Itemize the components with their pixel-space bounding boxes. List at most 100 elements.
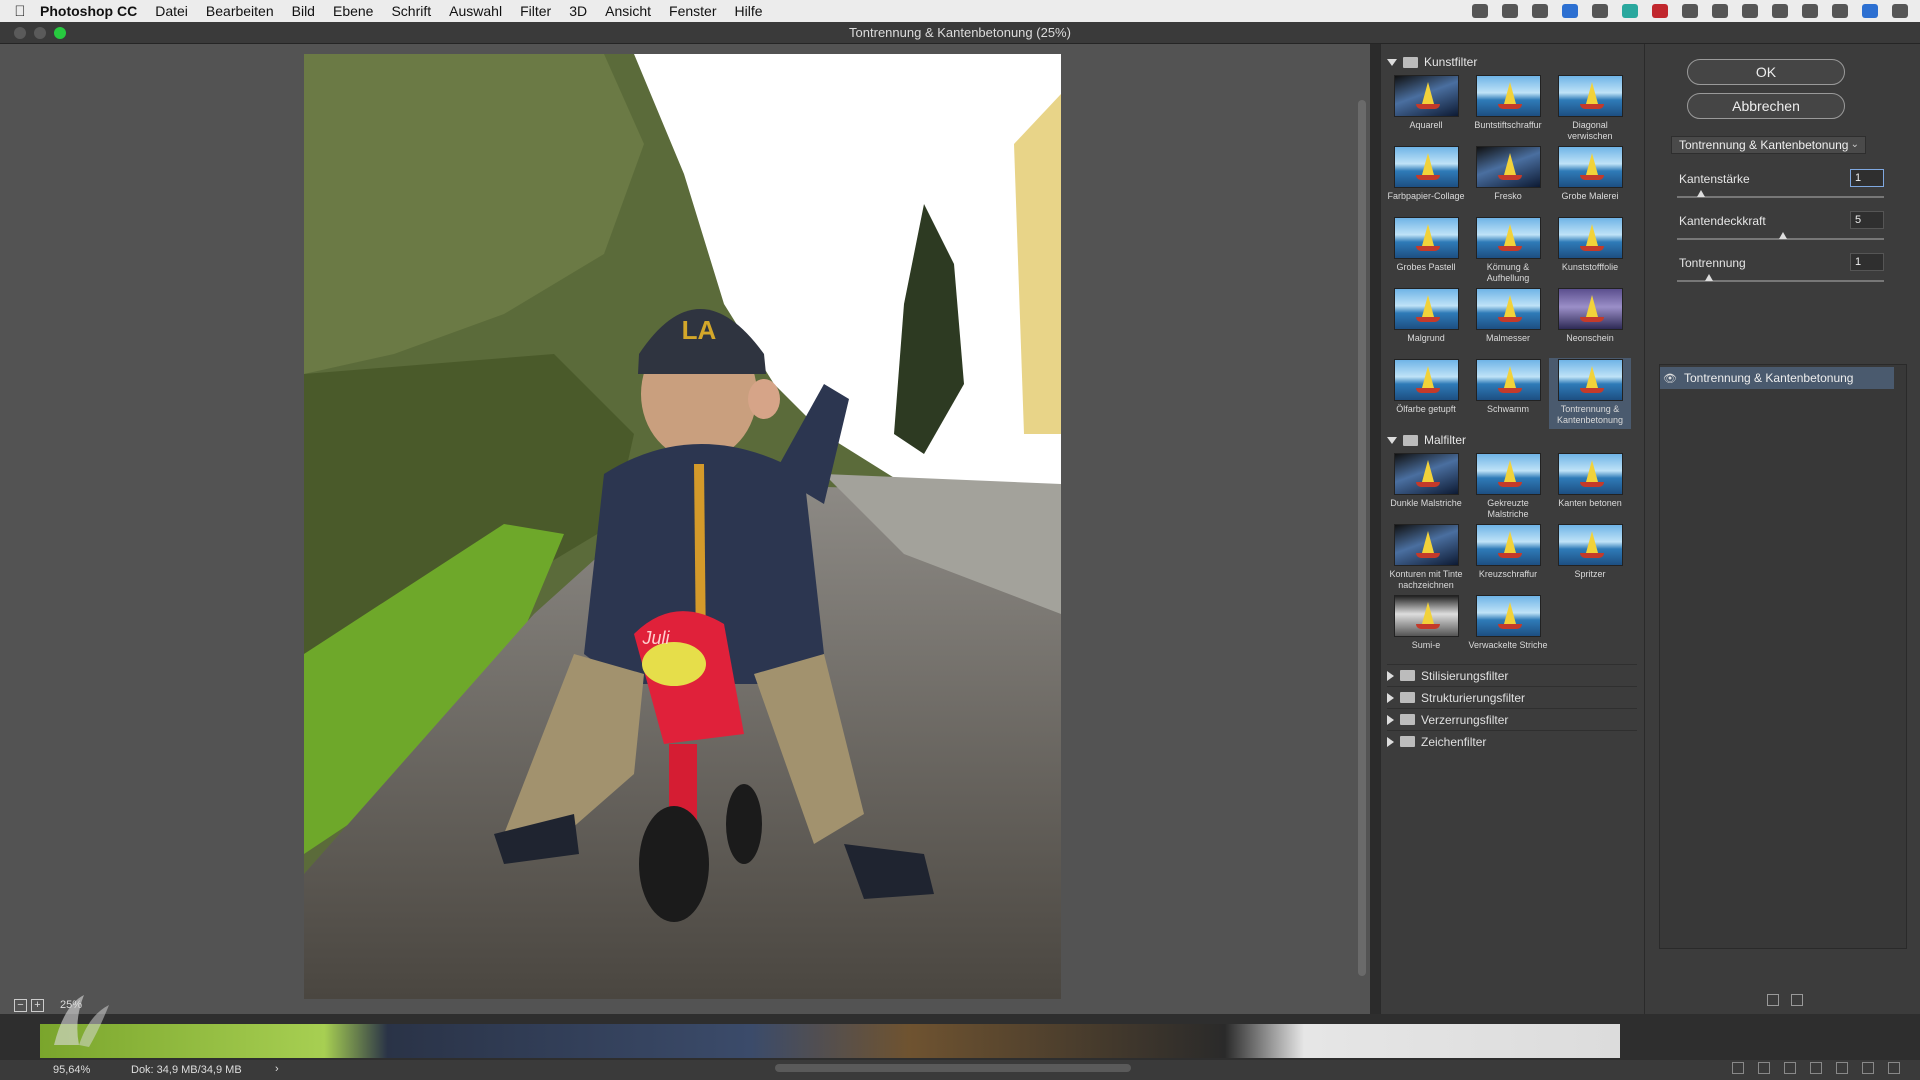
filter-thumb[interactable]: Dunkle Malstriche (1385, 452, 1467, 523)
group-kunstfilter[interactable]: Kunstfilter (1387, 52, 1477, 72)
menu-hilfe[interactable]: Hilfe (735, 3, 763, 19)
status-icons (1472, 0, 1908, 22)
zoom-out-icon[interactable]: − (14, 999, 27, 1012)
expand-icon[interactable] (1387, 58, 1397, 66)
creative-cloud-icon[interactable] (1502, 4, 1518, 18)
filter-thumb[interactable]: Farbpapier-Collage (1385, 145, 1467, 216)
filter-thumb[interactable]: Neonschein (1549, 287, 1631, 358)
menu-fenster[interactable]: Fenster (669, 3, 716, 19)
mask-icon[interactable] (1784, 1062, 1796, 1074)
filter-thumb[interactable]: Malgrund (1385, 287, 1467, 358)
group-malfilter[interactable]: Malfilter (1387, 430, 1466, 450)
adjustment-icon[interactable] (1810, 1062, 1822, 1074)
bluetooth-icon[interactable] (1742, 4, 1758, 18)
dropbox-icon[interactable] (1562, 4, 1578, 18)
time-machine-icon[interactable] (1712, 4, 1728, 18)
expand-icon[interactable] (1387, 692, 1394, 703)
spotlight-icon[interactable] (1832, 4, 1848, 18)
param-input[interactable]: 1 (1850, 253, 1884, 271)
zoom-icon[interactable] (54, 27, 66, 39)
expand-icon[interactable] (1387, 670, 1394, 681)
link-icon[interactable] (1732, 1062, 1744, 1074)
new-layer-icon[interactable] (1862, 1062, 1874, 1074)
eye-icon[interactable]: 👁 (1660, 372, 1680, 385)
filter-thumb[interactable]: Diagonal verwischen (1549, 74, 1631, 145)
cloud-icon[interactable] (1682, 4, 1698, 18)
fx-icon[interactable] (1758, 1062, 1770, 1074)
menu-bild[interactable]: Bild (292, 3, 315, 19)
effect-layer[interactable]: 👁 Tontrennung & Kantenbetonung (1660, 367, 1894, 389)
sail-icon (1421, 295, 1434, 317)
horizontal-scrollbar[interactable] (775, 1064, 1131, 1072)
filter-thumb[interactable]: Sumi-e (1385, 594, 1467, 665)
expand-icon[interactable] (1387, 736, 1394, 747)
wifi-icon[interactable] (1772, 4, 1788, 18)
param-slider[interactable] (1677, 196, 1884, 198)
status-menu-arrow[interactable]: › (275, 1063, 279, 1075)
menu-filter[interactable]: Filter (520, 3, 551, 19)
filter-thumb[interactable]: Buntstiftschraffur (1467, 74, 1549, 145)
sail-icon (1421, 224, 1434, 246)
filter-thumb[interactable]: Konturen mit Tinte nachzeichnen (1385, 523, 1467, 594)
filter-thumb[interactable]: Aquarell (1385, 74, 1467, 145)
filter-thumb[interactable]: Kunststofffolie (1549, 216, 1631, 287)
trash-icon[interactable] (1888, 1062, 1900, 1074)
app-icon[interactable] (1622, 4, 1638, 18)
filter-thumb[interactable]: Kanten betonen (1549, 452, 1631, 523)
filter-thumb[interactable]: Tontrennung & Kantenbetonung (1549, 358, 1631, 429)
group-zeichenfilter[interactable]: Zeichenfilter (1387, 730, 1637, 752)
new-effect-layer-icon[interactable] (1767, 994, 1779, 1006)
filter-thumb[interactable]: Körnung & Aufhellung (1467, 216, 1549, 287)
sail-icon (1503, 153, 1516, 175)
expand-icon[interactable] (1387, 436, 1397, 444)
sail-icon (1421, 531, 1434, 553)
filter-thumb[interactable]: Schwamm (1467, 358, 1549, 429)
group-stilisierungsfilter[interactable]: Stilisierungsfilter (1387, 664, 1637, 686)
menu-3d[interactable]: 3D (569, 3, 587, 19)
filter-dropdown[interactable]: Tontrennung & Kantenbetonung ⌄ (1671, 136, 1866, 154)
filter-thumb[interactable]: Fresko (1467, 145, 1549, 216)
menu-auswahl[interactable]: Auswahl (449, 3, 502, 19)
ok-button[interactable]: OK (1687, 59, 1845, 85)
filter-thumb[interactable]: Verwackelte Striche (1467, 594, 1549, 665)
filter-thumb[interactable]: Ölfarbe getupft (1385, 358, 1467, 429)
filter-thumb[interactable]: Spritzer (1549, 523, 1631, 594)
preview-area[interactable]: LA Juli − + 25% (0, 44, 1370, 1014)
app-menu[interactable]: Photoshop CC (40, 3, 137, 19)
drive-icon[interactable] (1592, 4, 1608, 18)
menu-schrift[interactable]: Schrift (391, 3, 431, 19)
cancel-button[interactable]: Abbrechen (1687, 93, 1845, 119)
close-icon[interactable] (14, 27, 26, 39)
filter-thumb[interactable]: Gekreuzte Malstriche (1467, 452, 1549, 523)
siri-icon[interactable] (1862, 4, 1878, 18)
document-zoom[interactable]: 95,64% (53, 1064, 90, 1076)
menu-datei[interactable]: Datei (155, 3, 188, 19)
preview-image[interactable]: LA Juli (304, 54, 1061, 999)
flag-icon[interactable] (1652, 4, 1668, 18)
menu-ebene[interactable]: Ebene (333, 3, 373, 19)
filter-thumb[interactable]: Malmesser (1467, 287, 1549, 358)
filter-thumb[interactable]: Grobe Malerei (1549, 145, 1631, 216)
filter-thumb[interactable]: Kreuzschraffur (1467, 523, 1549, 594)
minimize-icon[interactable] (34, 27, 46, 39)
record-icon[interactable] (1472, 4, 1488, 18)
param-input[interactable]: 1 (1850, 169, 1884, 187)
group-strukturierungsfilter[interactable]: Strukturierungsfilter (1387, 686, 1637, 708)
airplay-icon[interactable] (1802, 4, 1818, 18)
preview-scrollbar[interactable] (1358, 100, 1366, 976)
group-verzerrungsfilter[interactable]: Verzerrungsfilter (1387, 708, 1637, 730)
zoom-in-icon[interactable]: + (31, 999, 44, 1012)
filter-thumb[interactable]: Grobes Pastell (1385, 216, 1467, 287)
notification-icon[interactable] (1892, 4, 1908, 18)
menu-ansicht[interactable]: Ansicht (605, 3, 651, 19)
slider-knob[interactable] (1778, 232, 1787, 239)
menu-bearbeiten[interactable]: Bearbeiten (206, 3, 274, 19)
folder-icon[interactable] (1836, 1062, 1848, 1074)
slider-knob[interactable] (1697, 190, 1706, 197)
expand-icon[interactable] (1387, 714, 1394, 725)
slider-knob[interactable] (1705, 274, 1714, 281)
delete-effect-layer-icon[interactable] (1791, 994, 1803, 1006)
param-input[interactable]: 5 (1850, 211, 1884, 229)
apple-icon[interactable]:  (0, 3, 40, 20)
tray-icon[interactable] (1532, 4, 1548, 18)
